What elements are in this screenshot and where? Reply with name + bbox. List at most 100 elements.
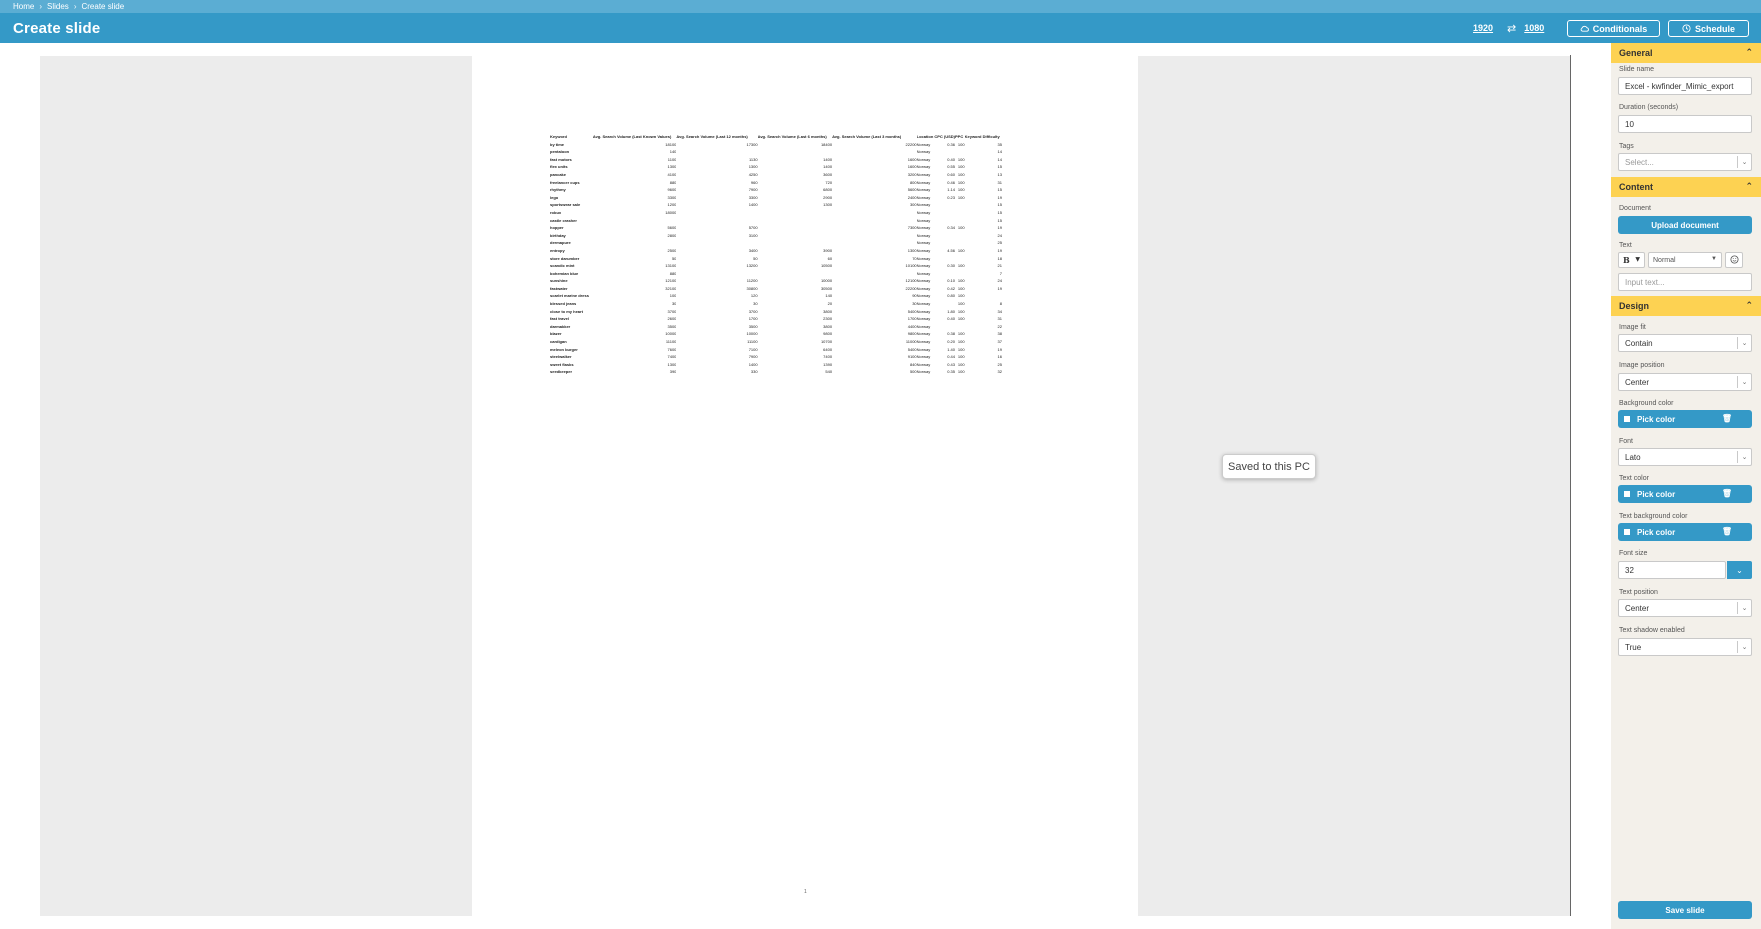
table-cell: 10000 <box>665 331 677 337</box>
duration-input[interactable]: 10 <box>1618 115 1752 133</box>
conditionals-button[interactable]: Conditionals <box>1567 20 1660 37</box>
swap-dimensions-icon[interactable]: ⇄ <box>1507 22 1516 35</box>
table-cell: 9800 <box>907 331 917 337</box>
pick-color-label: Pick color <box>1637 414 1676 424</box>
text-shadow-value: True <box>1625 642 1642 652</box>
table-cell: 0.40 <box>947 156 956 162</box>
schedule-button[interactable]: Schedule <box>1668 20 1749 37</box>
text-shadow-select[interactable]: True ⌄ <box>1618 638 1752 656</box>
text-color-label: Text color <box>1619 475 1649 482</box>
font-select[interactable]: Lato ⌄ <box>1618 448 1752 466</box>
table-cell: 4250 <box>748 171 758 177</box>
text-color-picker[interactable]: Pick color 🗑 <box>1618 485 1752 503</box>
emoji-button[interactable] <box>1725 252 1743 268</box>
upload-document-button[interactable]: Upload document <box>1618 216 1752 234</box>
breadcrumb-home[interactable]: Home <box>13 2 34 11</box>
table-cell: 90 <box>912 293 917 299</box>
font-size-dropdown-button[interactable]: ⌄ <box>1727 561 1752 579</box>
table-cell: 19 <box>997 225 1002 231</box>
table-cell <box>832 270 917 278</box>
table-row: fast motors 1100 1130 1400 1600 Norway 0.40 100… <box>550 156 1002 164</box>
table-row: robux 18000 Norway 15 <box>550 209 1002 217</box>
text-background-color-picker[interactable]: Pick color 🗑 <box>1618 523 1752 541</box>
table-cell: 1600 <box>907 156 917 162</box>
breadcrumb-slides[interactable]: Slides <box>47 2 69 11</box>
table-cell: 30 <box>671 301 677 307</box>
trash-icon[interactable]: 🗑 <box>1722 414 1732 423</box>
table-cell: 18000 <box>665 209 677 215</box>
table-cell <box>676 209 757 217</box>
table-cell: 34 <box>997 308 1002 314</box>
chevron-down-icon: ⌄ <box>1737 376 1751 388</box>
table-cell <box>832 148 917 156</box>
background-color-picker[interactable]: Pick color 🗑 <box>1618 410 1752 428</box>
table-cell: 5700 <box>748 225 758 231</box>
chevron-down-icon: ⌄ <box>1737 641 1751 653</box>
text-input[interactable]: Input text... <box>1618 273 1752 291</box>
tags-select[interactable]: Select... ⌄ <box>1618 153 1752 171</box>
table-cell: 3900 <box>823 247 833 253</box>
image-fit-select[interactable]: Contain ⌄ <box>1618 334 1752 352</box>
column-header: Avg. Search Volume (Last Known Values) <box>592 134 672 139</box>
table-cell: Norway <box>916 263 931 269</box>
table-cell: 840 <box>909 361 917 367</box>
table-cell: 2300 <box>823 316 833 322</box>
table-row: dermapure Norway 25 <box>550 239 1002 247</box>
width-value[interactable]: 1920 <box>1473 23 1493 33</box>
table-cell <box>758 217 832 225</box>
image-position-label: Image position <box>1619 362 1665 369</box>
table-cell: 390 <box>669 369 677 375</box>
section-content-title: Content <box>1619 182 1653 192</box>
table-cell: 13 <box>997 171 1002 177</box>
height-value[interactable]: 1080 <box>1524 23 1544 33</box>
table-cell: 20 <box>827 301 833 307</box>
bold-select[interactable]: B ▼ <box>1618 252 1645 268</box>
background-color-label: Background color <box>1619 400 1674 407</box>
text-style-value: Normal <box>1653 256 1676 264</box>
cloud-icon <box>1580 24 1589 33</box>
trash-icon[interactable]: 🗑 <box>1722 489 1732 498</box>
table-cell: Norway <box>916 301 931 307</box>
text-position-select[interactable]: Center ⌄ <box>1618 599 1752 617</box>
section-general-header[interactable]: General ⌃ <box>1611 43 1761 63</box>
table-cell: 10700 <box>820 339 833 345</box>
table-cell: Norway <box>916 270 931 276</box>
table-cell: Norway <box>916 164 931 170</box>
table-cell: Norway <box>916 354 931 360</box>
table-cell: 3300 <box>667 194 677 200</box>
table-row: scandic mint 13100 13200 10500 10100 Norway 0.… <box>550 262 1002 270</box>
text-style-select[interactable]: Normal ▼ <box>1648 252 1722 268</box>
table-cell: 14 <box>997 149 1002 155</box>
table-cell: 3200 <box>907 171 917 177</box>
table-row: blessed jeans 30 30 20 30 Norway 100 8 <box>550 300 1002 308</box>
resolution-control: 1920 ⇄ 1080 <box>1473 13 1544 43</box>
text-toolbar: B ▼ Normal ▼ <box>1618 252 1752 268</box>
table-cell: 15 <box>997 217 1002 223</box>
table-cell: Norway <box>916 339 931 345</box>
column-header: Avg. Search Volume (Last 3 months) <box>832 134 902 139</box>
table-row: steelwalker 7400 7900 7400 9100 Norway 0.44 100… <box>550 353 1002 361</box>
image-position-select[interactable]: Center ⌄ <box>1618 373 1752 391</box>
table-cell: 3300 <box>748 194 758 200</box>
table-cell <box>934 323 955 331</box>
slide-name-input[interactable]: Excel - kwfinder_Mimic_export <box>1618 77 1752 95</box>
table-cell: 24 <box>997 278 1002 284</box>
save-slide-button[interactable]: Save slide <box>1618 901 1752 919</box>
table-cell <box>832 232 917 240</box>
table-cell: 100 <box>957 171 965 177</box>
table-cell: 100 <box>957 308 965 314</box>
font-size-input[interactable]: 32 <box>1618 561 1726 579</box>
section-design-header[interactable]: Design ⌃ <box>1611 296 1761 316</box>
trash-icon[interactable]: 🗑 <box>1722 527 1732 536</box>
table-cell: 6800 <box>823 187 833 193</box>
table-cell: 3800 <box>823 308 833 314</box>
table-cell: 19 <box>997 285 1002 291</box>
section-content-header[interactable]: Content ⌃ <box>1611 177 1761 197</box>
table-cell <box>676 270 757 278</box>
preview-margin-left <box>40 56 472 916</box>
table-cell: meleon burger <box>550 346 578 352</box>
chevron-down-icon: ⌄ <box>1737 337 1751 349</box>
table-cell: Norway <box>916 331 931 337</box>
table-cell: 1600 <box>907 164 917 170</box>
table-cell: scandic mint <box>550 263 575 269</box>
